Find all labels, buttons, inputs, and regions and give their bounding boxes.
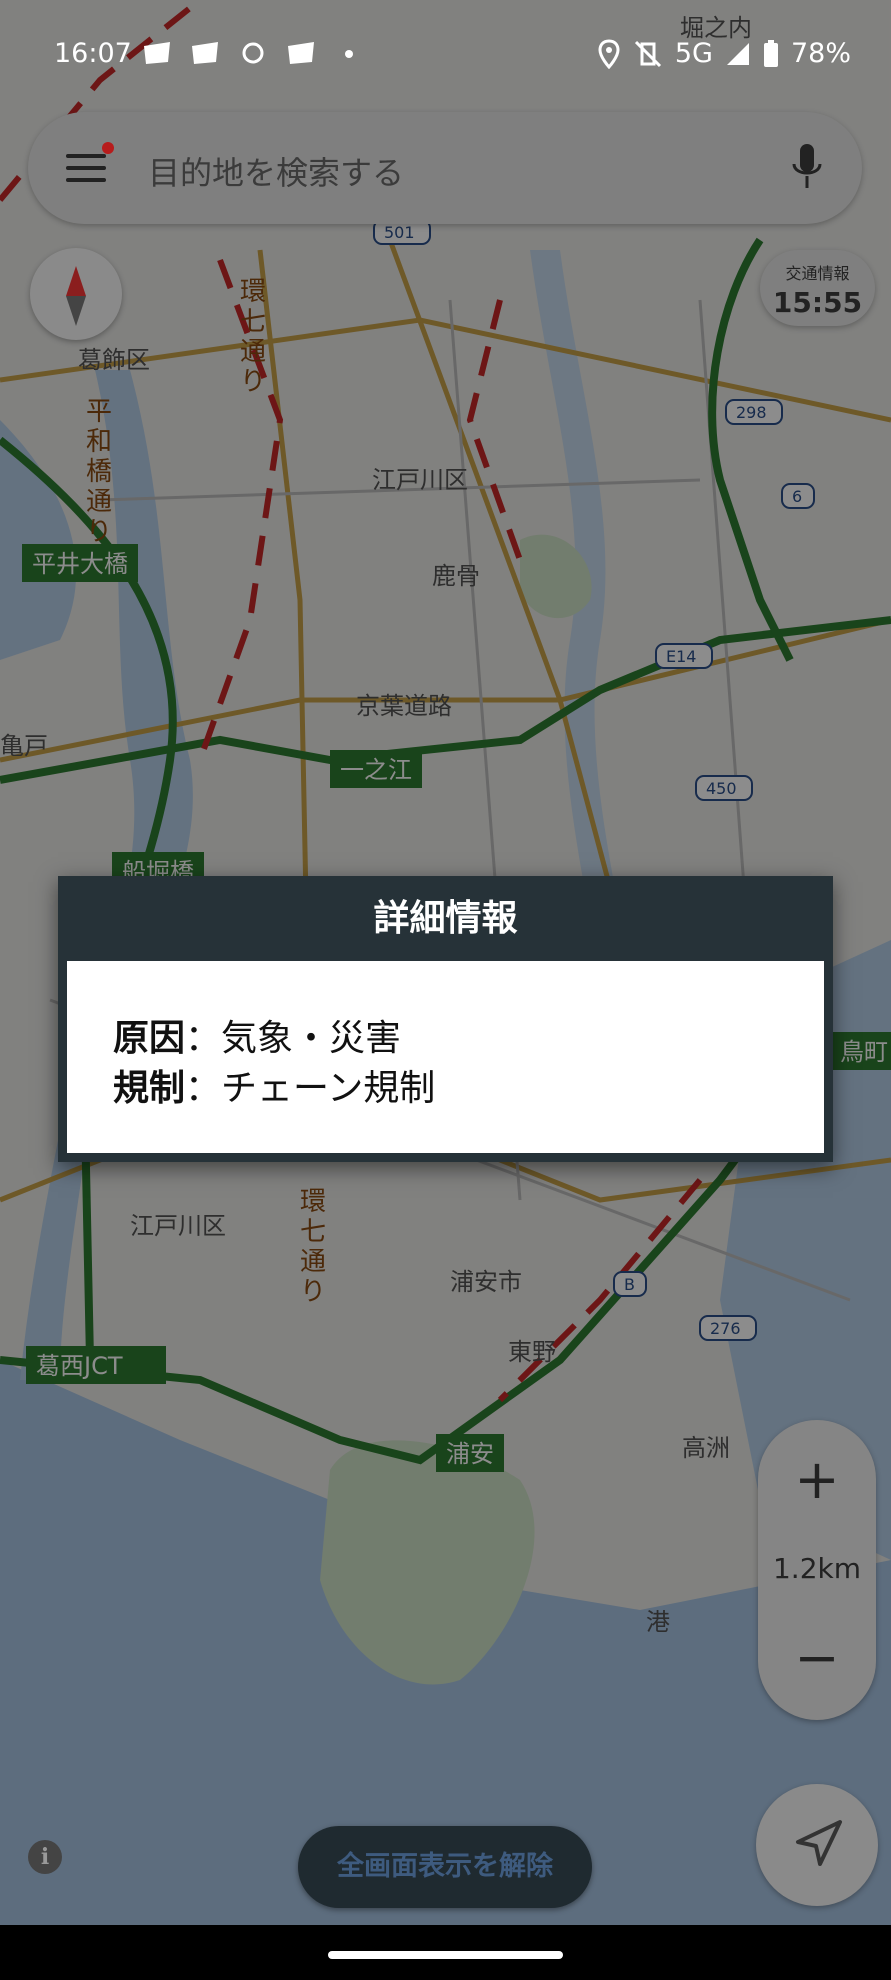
status-time: 16:07 — [54, 38, 132, 69]
home-gesture-handle[interactable] — [328, 1951, 563, 1959]
info-icon[interactable]: i — [28, 1840, 62, 1874]
regulation-separator: ： — [185, 1068, 222, 1109]
more-notifications-dot-icon — [345, 50, 353, 58]
cause-row: 原因：気象・災害 — [113, 1009, 401, 1061]
notification-badge — [102, 142, 114, 154]
detail-info-dialog[interactable]: 詳細情報 原因：気象・災害 規制：チェーン規制 — [58, 876, 833, 1162]
status-bar: 16:07 5G 78% — [0, 0, 891, 112]
status-right-cluster: 5G 78% — [597, 38, 851, 69]
navigation-button[interactable] — [756, 1784, 878, 1906]
battery-icon — [763, 39, 778, 67]
regulation-row: 規制：チェーン規制 — [113, 1059, 435, 1111]
dialog-body: 原因：気象・災害 規制：チェーン規制 — [67, 961, 824, 1153]
network-type: 5G — [674, 38, 713, 69]
menu-icon[interactable] — [66, 154, 106, 184]
notification-app-icon — [288, 42, 314, 64]
cause-value: 気象・災害 — [221, 1018, 402, 1059]
regulation-value: チェーン規制 — [221, 1068, 436, 1109]
location-icon — [598, 38, 620, 69]
traffic-info-button[interactable]: 交通情報 15:55 — [760, 250, 875, 326]
zoom-in-button[interactable]: + — [758, 1450, 876, 1510]
zoom-control: + 1.2km − — [758, 1420, 876, 1720]
vibrate-off-icon — [634, 40, 661, 67]
compass-icon — [66, 266, 86, 326]
zoom-out-button[interactable]: − — [758, 1628, 876, 1688]
map-scale-label: 1.2km — [772, 1552, 862, 1585]
navigation-arrow-icon — [796, 1820, 842, 1866]
dialog-title: 詳細情報 — [373, 898, 518, 939]
cause-separator: ： — [185, 1018, 222, 1059]
battery-level: 78% — [790, 38, 851, 69]
notification-app-icon — [144, 42, 170, 64]
sync-icon — [242, 42, 264, 64]
traffic-info-label: 交通情報 — [785, 264, 850, 283]
search-input[interactable]: 目的地を検索する — [148, 148, 404, 194]
signal-icon — [726, 42, 749, 65]
search-bar[interactable]: 目的地を検索する — [28, 112, 862, 224]
compass-button[interactable] — [30, 248, 122, 340]
system-navigation-bar — [0, 1925, 891, 1980]
microphone-icon[interactable] — [790, 142, 824, 192]
traffic-info-time: 15:55 — [772, 286, 863, 319]
exit-fullscreen-button[interactable]: 全画面表示を解除 — [298, 1826, 592, 1908]
notification-app-icon — [192, 42, 218, 64]
cause-label: 原因 — [113, 1018, 186, 1059]
regulation-label: 規制 — [113, 1068, 186, 1109]
